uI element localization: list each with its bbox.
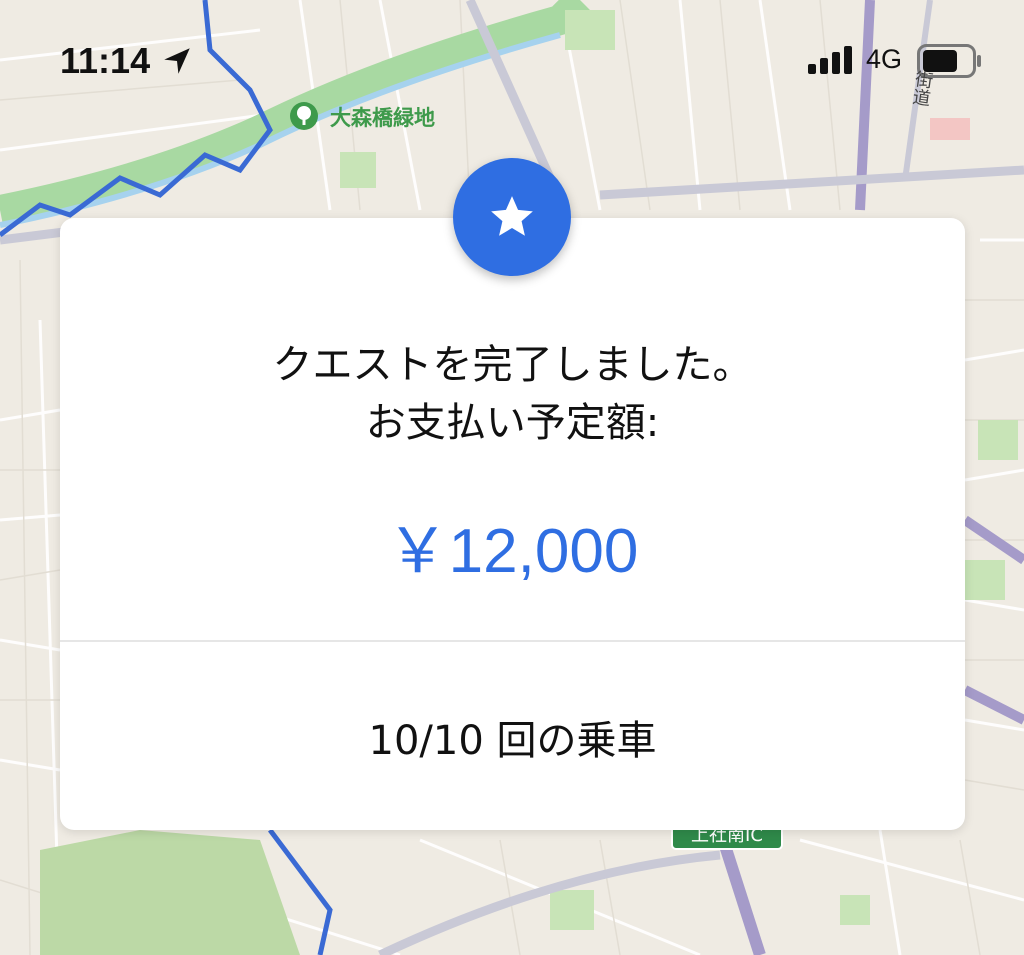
park-label[interactable]: 大森橋緑地 [330, 102, 435, 132]
title-line-1: クエストを完了しました。 [272, 342, 753, 388]
divider [60, 640, 965, 642]
quest-complete-dialog: クエストを完了しました。 お支払い予定額: ￥12,000 10/10 回の乗車 [60, 218, 965, 830]
title-line-2: お支払い予定額: [365, 400, 660, 446]
road-label: 街道 [908, 68, 935, 108]
location-arrow-icon [164, 48, 190, 74]
rides-progress: 10/10 回の乗車 [368, 718, 657, 764]
star-badge [453, 158, 571, 276]
star-icon [491, 196, 533, 236]
payout-amount: ￥12,000 [386, 517, 639, 586]
clock-time: 11:14 [60, 40, 151, 81]
status-bar: 11:14 4G [0, 0, 1024, 120]
dialog-title: クエストを完了しました。 お支払い予定額: [60, 336, 965, 452]
network-type: 4G [866, 44, 903, 74]
cellular-signal-icon [808, 46, 852, 74]
park-tree-icon [290, 102, 318, 130]
